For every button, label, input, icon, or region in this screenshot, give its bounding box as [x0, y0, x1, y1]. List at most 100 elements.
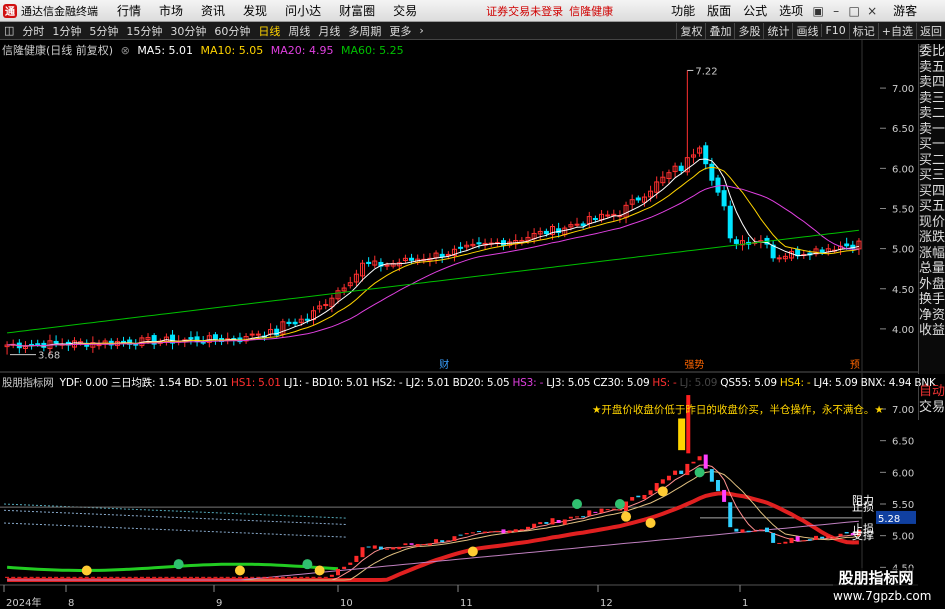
indicator-candle [225, 576, 230, 578]
date-label: 1 [742, 598, 748, 609]
indicator-candle [237, 576, 242, 578]
menu-options[interactable]: 选项 [779, 2, 803, 19]
event-marker-0[interactable]: 财 [439, 358, 449, 371]
settings-icon[interactable]: ⊗ [121, 44, 130, 57]
period-1min[interactable]: 1分钟 [48, 23, 85, 39]
indicator-candle [483, 531, 488, 534]
chevron-right-icon[interactable]: › [415, 24, 427, 37]
btn-overlay[interactable]: 叠加 [705, 22, 734, 39]
indicator-candle [691, 461, 696, 464]
indicator-candle [336, 568, 341, 576]
maximize-icon[interactable]: □ [847, 4, 861, 18]
period-1[interactable]: 分时 [18, 23, 48, 39]
btn-back[interactable]: 返回 [916, 22, 945, 39]
minimize-icon[interactable]: – [829, 4, 843, 18]
indicator-candle [544, 522, 549, 524]
period-60min[interactable]: 60分钟 [210, 23, 254, 39]
indicator-candle [709, 469, 714, 482]
period-15min[interactable]: 15分钟 [122, 23, 166, 39]
indicator-candle [127, 576, 132, 578]
menu-discover[interactable]: 发现 [243, 2, 267, 19]
indicator-candle [139, 576, 144, 578]
btn-multi-stock[interactable]: 多股 [734, 22, 763, 39]
candle-body [439, 253, 445, 258]
date-label: 12 [600, 598, 613, 609]
auto-trade-label-2[interactable]: 交易 [919, 400, 945, 416]
menu-news[interactable]: 资讯 [201, 2, 225, 19]
main-axis-tick: 7.00 [892, 84, 914, 95]
indicator-value-15: HS4: - [779, 377, 811, 389]
indicator-axis-tick: 6.00 [892, 468, 914, 479]
sidebar-item-5: 卖一 [919, 121, 945, 137]
buy-signal-icon [645, 518, 656, 528]
menu-ask[interactable]: 问小达 [285, 2, 321, 19]
event-marker-1[interactable]: 强势 [684, 358, 704, 371]
menu-layout[interactable]: 版面 [707, 2, 731, 19]
ma-line-1 [7, 166, 860, 347]
btn-mark[interactable]: 标记 [848, 22, 878, 39]
indicator-candle [311, 576, 316, 578]
period-more[interactable]: 更多 [385, 23, 415, 39]
watermark-title: 股朋指标网 [838, 569, 914, 587]
btn-add-watch[interactable]: +自选 [877, 22, 916, 39]
menu-market-quotes[interactable]: 行情 [117, 2, 141, 19]
main-axis-tick: 5.00 [892, 245, 914, 256]
indicator-candle [611, 508, 616, 510]
btn-stats[interactable]: 统计 [763, 22, 792, 39]
indicator-candle [378, 546, 383, 550]
close-icon[interactable]: × [865, 4, 879, 18]
indicator-candle [54, 576, 59, 578]
menu-trade[interactable]: 交易 [393, 2, 417, 19]
candle-body [212, 334, 218, 341]
menu-formula[interactable]: 公式 [743, 2, 767, 19]
btn-adjust[interactable]: 复权 [676, 22, 705, 39]
indicator-candle [801, 540, 806, 542]
candle-body [819, 249, 825, 253]
trade-login-warning[interactable]: 证券交易未登录 [486, 3, 563, 19]
indicator-candle [476, 531, 481, 533]
period-multi[interactable]: 多周期 [344, 23, 385, 39]
kline-chart[interactable]: 7.00 6.50 6.00 5.50 5.00 4.50 4.00 7.00 6.50 6.00… [0, 40, 918, 609]
indicator-candle [66, 576, 71, 578]
buy-signal-icon [621, 511, 632, 522]
indicator-candle [765, 527, 770, 533]
indicator-candle [360, 547, 365, 558]
indicator-candle [195, 576, 200, 578]
indicator-value-14: QS55: 5.09 [720, 377, 777, 389]
candle-body [53, 340, 59, 344]
period-monthly[interactable]: 月线 [314, 23, 344, 39]
menu-wealth-circle[interactable]: 财富圈 [339, 2, 375, 19]
menu-functions[interactable]: 功能 [671, 2, 695, 19]
btn-draw[interactable]: 画线 [792, 22, 821, 39]
period-5min[interactable]: 5分钟 [85, 23, 122, 39]
indicator-candle [452, 536, 457, 542]
chart-window: 通 通达信金融终端 行情 市场 资讯 发现 问小达 财富圈 交易 证券交易未登录… [0, 0, 945, 609]
auto-trade-label-1[interactable]: 自动 [919, 384, 945, 400]
period-30min[interactable]: 30分钟 [166, 23, 210, 39]
skin-icon[interactable]: ▣ [811, 4, 825, 18]
auto-trade-sidebar[interactable]: 自动 交易 [918, 384, 945, 420]
guest-user[interactable]: 游客 [893, 2, 917, 19]
btn-f10[interactable]: F10 [821, 24, 848, 37]
candle-body [709, 163, 715, 181]
indicator-candle [789, 537, 794, 544]
indicator-candle [715, 480, 720, 492]
sidebar-item-16: 换手 [919, 292, 945, 307]
indicator-candle [783, 541, 788, 544]
candle-body [366, 261, 372, 264]
indicator-value-3: HS1: 5.01 [231, 377, 281, 389]
indicator-candle [219, 576, 224, 578]
collapse-icon[interactable]: ◫ [0, 24, 18, 37]
event-marker-2[interactable]: 预 [850, 359, 860, 371]
candle-body [249, 333, 255, 336]
sell-signal-icon [572, 499, 583, 509]
indicator-candle [562, 519, 567, 525]
main-info-line: 信隆健康(日线 前复权) ⊗ MA5: 5.01 MA10: 5.05 MA20… [2, 42, 408, 58]
indicator-candle [103, 576, 108, 578]
indicator-candle [397, 546, 402, 550]
sidebar-item-2: 卖四 [919, 75, 945, 90]
main-axis-tick: 6.50 [892, 124, 914, 135]
period-weekly[interactable]: 周线 [284, 23, 314, 39]
period-daily[interactable]: 日线 [254, 23, 284, 39]
menu-market[interactable]: 市场 [159, 2, 183, 19]
